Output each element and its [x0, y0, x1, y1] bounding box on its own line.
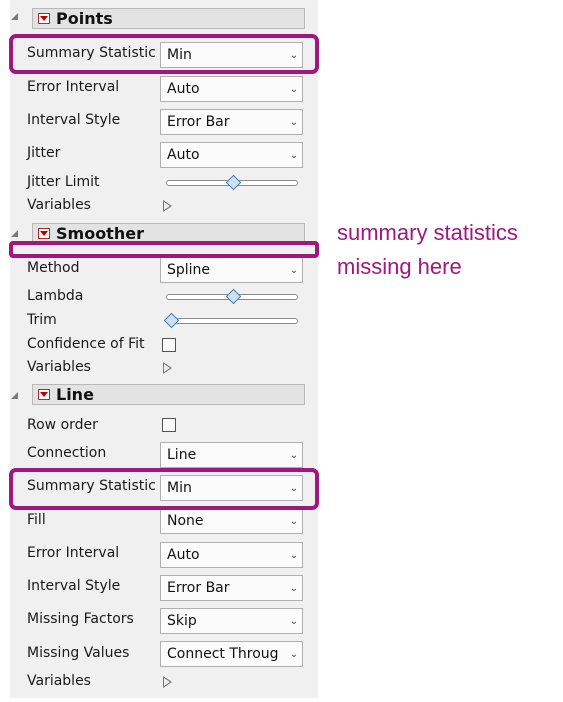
dropdown-value: Error Bar [167, 580, 230, 596]
row-order-label: Row order [27, 417, 98, 433]
collapse-triangle-icon[interactable] [11, 392, 18, 399]
method-label: Method [27, 260, 80, 276]
lambda-label: Lambda [27, 288, 84, 304]
triangle-right-icon[interactable] [163, 676, 172, 688]
line-error-interval-dropdown[interactable]: Auto ⌄ [160, 542, 303, 568]
jitter-limit-label: Jitter Limit [27, 174, 100, 190]
dropdown-value: Error Bar [167, 114, 230, 130]
line-fill-dropdown[interactable]: None ⌄ [160, 508, 303, 534]
chevron-down-icon: ⌄ [289, 264, 299, 276]
line-interval-style-dropdown[interactable]: Error Bar ⌄ [160, 575, 303, 601]
annotation-line: missing here [337, 254, 462, 279]
dropdown-value: Skip [167, 613, 197, 629]
chevron-down-icon: ⌄ [289, 449, 299, 461]
section-title-points: Points [56, 9, 113, 28]
chevron-down-icon: ⌄ [289, 515, 299, 527]
lambda-slider[interactable] [166, 288, 298, 305]
line-missing-factors-dropdown[interactable]: Skip ⌄ [160, 608, 303, 634]
line-red-menu-icon[interactable] [38, 389, 50, 400]
connection-label: Connection [27, 445, 107, 461]
chevron-down-icon: ⌄ [289, 582, 299, 594]
dropdown-value: None [167, 513, 204, 529]
variables-label: Variables [27, 673, 91, 689]
trim-slider[interactable] [163, 312, 298, 329]
highlight-box [9, 34, 319, 74]
smoother-red-menu-icon[interactable] [38, 228, 50, 239]
points-red-menu-icon[interactable] [38, 13, 50, 24]
triangle-right-icon[interactable] [163, 362, 172, 374]
collapse-triangle-icon[interactable] [11, 230, 18, 237]
dropdown-value: Auto [167, 147, 200, 163]
annotation-line: summary statistics [337, 220, 518, 245]
collapse-triangle-icon[interactable] [11, 13, 18, 20]
smoother-method-dropdown[interactable]: Spline ⌄ [160, 257, 303, 283]
chevron-down-icon: ⌄ [289, 116, 299, 128]
annotation-note: summary statistics missing here [337, 216, 518, 284]
error-interval-label: Error Interval [27, 545, 120, 561]
chevron-down-icon: ⌄ [289, 648, 299, 660]
variables-label: Variables [27, 359, 91, 375]
dropdown-value: Line [167, 447, 197, 463]
chevron-down-icon: ⌄ [289, 83, 299, 95]
highlight-box [9, 468, 319, 510]
dropdown-value: Auto [167, 81, 200, 97]
chevron-down-icon: ⌄ [289, 549, 299, 561]
row-order-checkbox[interactable] [162, 418, 176, 432]
dropdown-value: Spline [167, 262, 211, 278]
interval-style-label: Interval Style [27, 578, 121, 594]
points-interval-style-dropdown[interactable]: Error Bar ⌄ [160, 109, 303, 135]
points-error-interval-dropdown[interactable]: Auto ⌄ [160, 76, 303, 102]
missing-factors-label: Missing Factors [27, 611, 134, 627]
dropdown-value: Auto [167, 547, 200, 563]
jitter-label: Jitter [27, 145, 61, 161]
jitter-limit-slider[interactable] [166, 174, 298, 191]
highlight-box [9, 241, 319, 258]
confidence-of-fit-checkbox[interactable] [162, 338, 176, 352]
interval-style-label: Interval Style [27, 112, 121, 128]
dropdown-value: Connect Throug [167, 646, 279, 662]
chevron-down-icon: ⌄ [289, 615, 299, 627]
fill-label: Fill [27, 512, 46, 528]
chevron-down-icon: ⌄ [289, 149, 299, 161]
section-title-line: Line [56, 385, 94, 404]
error-interval-label: Error Interval [27, 79, 120, 95]
missing-values-label: Missing Values [27, 645, 130, 661]
variables-label: Variables [27, 197, 91, 213]
points-jitter-dropdown[interactable]: Auto ⌄ [160, 142, 303, 168]
line-connection-dropdown[interactable]: Line ⌄ [160, 442, 303, 468]
line-missing-values-dropdown[interactable]: Connect Throug ⌄ [160, 641, 303, 667]
triangle-right-icon[interactable] [163, 200, 172, 212]
confidence-of-fit-label: Confidence of Fit [27, 336, 145, 352]
trim-label: Trim [27, 312, 57, 328]
